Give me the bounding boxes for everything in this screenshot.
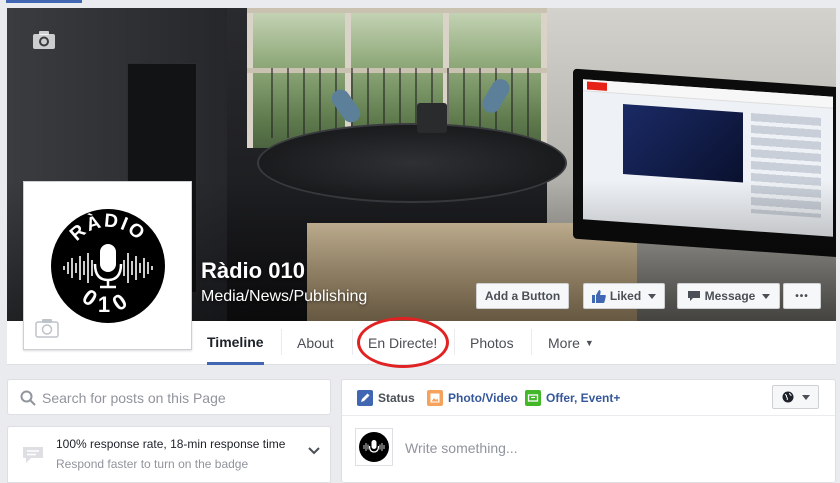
- camera-icon[interactable]: [35, 318, 59, 338]
- add-a-button-button[interactable]: Add a Button: [476, 283, 569, 309]
- tab-more-label: More: [548, 335, 580, 351]
- composer-tabs: Status Photo/Video Offer, Event+: [342, 380, 835, 416]
- write-something-input[interactable]: Write something...: [405, 440, 518, 456]
- pencil-icon: [357, 390, 373, 406]
- composer-tab-status-label: Status: [378, 391, 415, 405]
- tab-timeline-label: Timeline: [207, 333, 264, 350]
- page-search-box[interactable]: [7, 379, 331, 415]
- message-bubble-icon: [687, 291, 700, 301]
- offer-icon: [525, 390, 541, 406]
- thumbs-up-icon: [591, 289, 606, 303]
- chevron-down-icon: [801, 394, 810, 400]
- composer-tab-offer-event[interactable]: Offer, Event+: [525, 390, 620, 406]
- camera-icon[interactable]: [32, 30, 56, 50]
- photo-icon: [427, 390, 443, 406]
- tab-photos[interactable]: Photos: [470, 321, 514, 365]
- message-button[interactable]: Message: [677, 283, 780, 309]
- audience-selector-button[interactable]: [772, 385, 819, 409]
- tab-timeline[interactable]: Timeline: [207, 321, 264, 365]
- search-icon: [20, 390, 36, 406]
- add-a-button-label: Add a Button: [484, 289, 561, 303]
- chevron-down-icon: [762, 293, 771, 299]
- page-avatar: [355, 428, 393, 466]
- response-rate-card[interactable]: 100% response rate, 18-min response time…: [7, 426, 331, 483]
- response-rate-text: 100% response rate, 18-min response time: [56, 437, 286, 451]
- top-accent-bar: [6, 0, 82, 3]
- caret-down-icon: ▼: [584, 338, 594, 348]
- tab-photos-label: Photos: [470, 335, 514, 351]
- chevron-down-icon: [648, 293, 657, 299]
- page-category[interactable]: Media/News/Publishing: [201, 288, 367, 306]
- liked-button[interactable]: Liked: [583, 283, 665, 309]
- globe-icon: [782, 391, 793, 403]
- search-input[interactable]: [42, 386, 322, 410]
- highlight-circle: [357, 317, 449, 368]
- tab-more[interactable]: More ▼: [548, 321, 594, 365]
- tab-about-label: About: [297, 335, 334, 351]
- composer-tab-photo-video-label: Photo/Video: [448, 391, 518, 405]
- chevron-down-icon[interactable]: [306, 443, 322, 459]
- post-composer: Status Photo/Video Offer, Event+ Write s…: [341, 379, 836, 483]
- liked-label: Liked: [609, 289, 642, 303]
- composer-tab-offer-event-label: Offer, Event+: [546, 391, 621, 405]
- message-label: Message: [704, 289, 756, 303]
- top-strip: [0, 0, 840, 8]
- response-badge-hint: Respond faster to turn on the badge: [56, 457, 249, 471]
- page-title[interactable]: Ràdio 010: [201, 258, 305, 284]
- tab-about[interactable]: About: [297, 321, 334, 365]
- more-options-button[interactable]: •••: [783, 283, 821, 309]
- speech-bubble-icon: [23, 447, 43, 463]
- composer-tab-status[interactable]: Status: [357, 390, 415, 406]
- composer-tab-photo-video[interactable]: Photo/Video: [427, 390, 518, 406]
- more-options-label: •••: [795, 290, 809, 302]
- radio-010-logo: [359, 432, 389, 462]
